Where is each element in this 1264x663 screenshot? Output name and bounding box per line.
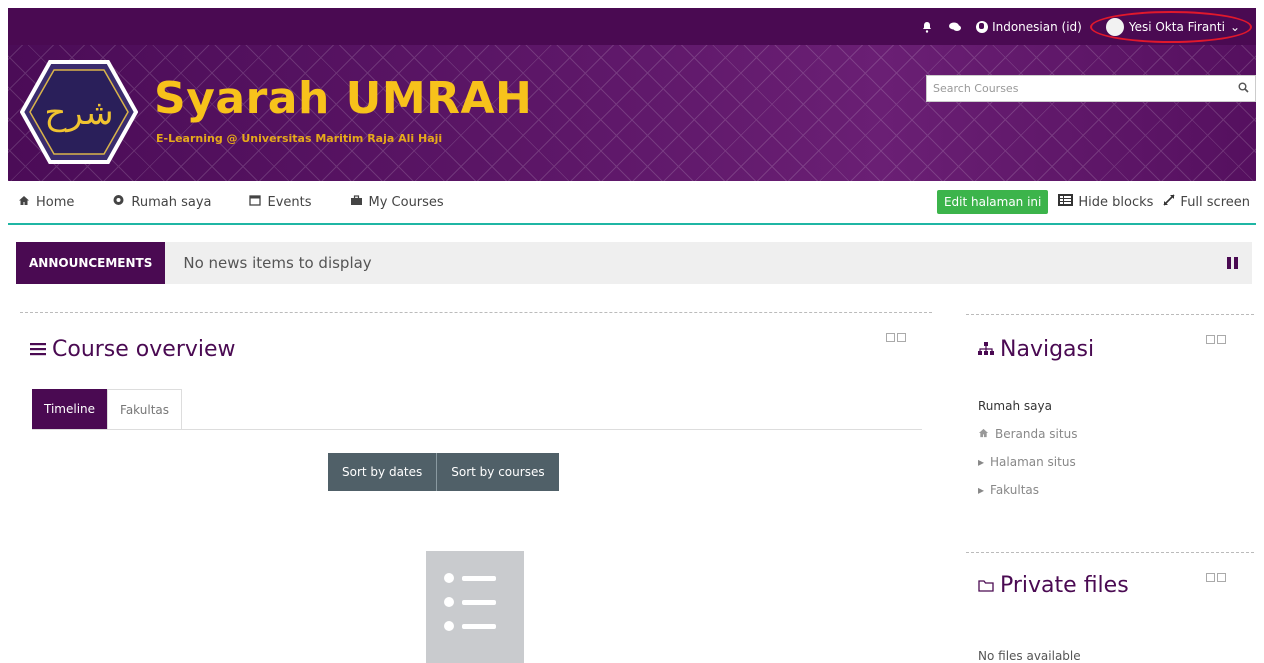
edit-page-button[interactable]: Edit halaman ini bbox=[936, 190, 1049, 214]
navigation-list: Rumah saya Beranda situs ▸ Halaman situs… bbox=[978, 399, 1077, 511]
collapse-icon[interactable] bbox=[897, 333, 906, 342]
pause-icon[interactable] bbox=[1227, 257, 1238, 269]
home-icon bbox=[978, 427, 989, 441]
private-files-title: Private files bbox=[1000, 573, 1129, 598]
nav-list-fakultas[interactable]: ▸ Fakultas bbox=[978, 483, 1077, 497]
svg-text:شرح: شرح bbox=[44, 93, 113, 133]
site-banner: شرح Syarah UMRAH E-Learning @ Universita… bbox=[8, 45, 1256, 181]
sort-by-courses-button[interactable]: Sort by courses bbox=[436, 453, 559, 491]
expand-icon bbox=[1163, 194, 1175, 210]
collapse-icon[interactable] bbox=[1217, 335, 1226, 344]
course-overview-heading: Course overview bbox=[30, 337, 236, 362]
nav-rumah-saya-label: Rumah saya bbox=[131, 194, 212, 210]
chat-icon[interactable] bbox=[948, 20, 962, 34]
collapse-icon[interactable] bbox=[1217, 573, 1226, 582]
sort-by-dates-button[interactable]: Sort by dates bbox=[328, 453, 437, 491]
nav-my-courses-label: My Courses bbox=[368, 194, 444, 210]
user-menu[interactable]: Yesi Okta Firanti ⌄ bbox=[1089, 10, 1252, 43]
announcements-bar: ANNOUNCEMENTS No news items to display bbox=[16, 242, 1252, 284]
nav-events[interactable]: Events bbox=[249, 194, 312, 210]
hide-blocks-button[interactable]: Hide blocks bbox=[1058, 194, 1153, 210]
nav-events-label: Events bbox=[267, 194, 312, 210]
full-screen-button[interactable]: Full screen bbox=[1163, 194, 1250, 210]
nav-list-label: Halaman situs bbox=[990, 455, 1076, 469]
nav-my-courses[interactable]: My Courses bbox=[350, 195, 444, 210]
briefcase-icon bbox=[350, 194, 363, 210]
full-screen-label: Full screen bbox=[1180, 194, 1250, 210]
search-placeholder: Search Courses bbox=[933, 82, 1019, 95]
site-title: Syarah UMRAH bbox=[154, 73, 533, 124]
language-label: Indonesian (id) bbox=[992, 19, 1082, 34]
nav-home[interactable]: Home bbox=[18, 195, 74, 210]
dock-icon[interactable] bbox=[1206, 335, 1215, 344]
caret-right-icon: ▸ bbox=[978, 455, 985, 469]
nav-block-controls[interactable] bbox=[1206, 335, 1226, 344]
dock-icon[interactable] bbox=[1206, 573, 1215, 582]
dock-icon[interactable] bbox=[886, 333, 895, 342]
sort-group: Sort by dates Sort by courses bbox=[328, 453, 559, 491]
private-files-heading: Private files bbox=[978, 573, 1129, 598]
top-bar: Indonesian (id) Yesi Okta Firanti ⌄ bbox=[8, 8, 1256, 45]
private-files-block: Private files No files available bbox=[966, 552, 1254, 663]
nav-list-halaman-situs[interactable]: ▸ Halaman situs bbox=[978, 455, 1077, 469]
navigation-block: Navigasi Rumah saya Beranda situs ▸ Hala… bbox=[966, 314, 1254, 540]
announcements-label: ANNOUNCEMENTS bbox=[16, 242, 166, 284]
no-files-text: No files available bbox=[978, 649, 1081, 663]
nav-list-rumah-saya[interactable]: Rumah saya bbox=[978, 399, 1077, 413]
navigasi-title: Navigasi bbox=[1000, 337, 1095, 362]
site-subtitle: E-Learning @ Universitas Maritim Raja Al… bbox=[156, 132, 443, 145]
bell-icon[interactable] bbox=[920, 20, 934, 34]
nav-list-beranda-situs[interactable]: Beranda situs bbox=[978, 427, 1077, 441]
nav-home-label: Home bbox=[36, 194, 75, 210]
tab-fakultas[interactable]: Fakultas bbox=[107, 389, 183, 429]
main-nav: Home Rumah saya Events My Courses Edit h… bbox=[8, 181, 1256, 225]
hide-blocks-label: Hide blocks bbox=[1078, 194, 1154, 210]
search-icon[interactable] bbox=[1238, 82, 1249, 96]
empty-list-icon bbox=[426, 551, 524, 663]
navigasi-heading: Navigasi bbox=[978, 337, 1094, 362]
nav-list-label: Beranda situs bbox=[995, 427, 1078, 441]
caret-right-icon: ▸ bbox=[978, 483, 985, 497]
nav-actions: Edit halaman ini Hide blocks Full screen bbox=[936, 190, 1256, 214]
nav-list-label: Rumah saya bbox=[978, 399, 1052, 413]
site-logo[interactable]: شرح bbox=[20, 60, 138, 164]
block-controls[interactable] bbox=[886, 333, 906, 342]
files-block-controls[interactable] bbox=[1206, 573, 1226, 582]
calendar-icon bbox=[249, 194, 262, 210]
course-overview-block: Course overview Timeline Fakultas Sort b… bbox=[20, 312, 932, 663]
home-icon bbox=[18, 195, 30, 210]
sitemap-icon bbox=[978, 337, 994, 362]
announcements-text: No news items to display bbox=[183, 254, 372, 272]
nav-rumah-saya[interactable]: Rumah saya bbox=[112, 194, 211, 210]
tabs-divider bbox=[32, 429, 922, 430]
dashboard-icon bbox=[112, 194, 125, 210]
course-tabs: Timeline Fakultas bbox=[32, 389, 183, 429]
folder-icon bbox=[978, 573, 994, 598]
language-menu[interactable]: Indonesian (id) bbox=[976, 20, 1082, 34]
list-icon bbox=[1058, 194, 1074, 210]
highlight-circle bbox=[1089, 10, 1252, 43]
nav-list-label: Fakultas bbox=[990, 483, 1040, 497]
globe-icon bbox=[976, 20, 989, 33]
tab-timeline[interactable]: Timeline bbox=[32, 389, 108, 429]
menu-icon bbox=[30, 337, 46, 362]
search-courses-input[interactable]: Search Courses bbox=[926, 75, 1256, 102]
course-overview-title: Course overview bbox=[52, 337, 236, 362]
